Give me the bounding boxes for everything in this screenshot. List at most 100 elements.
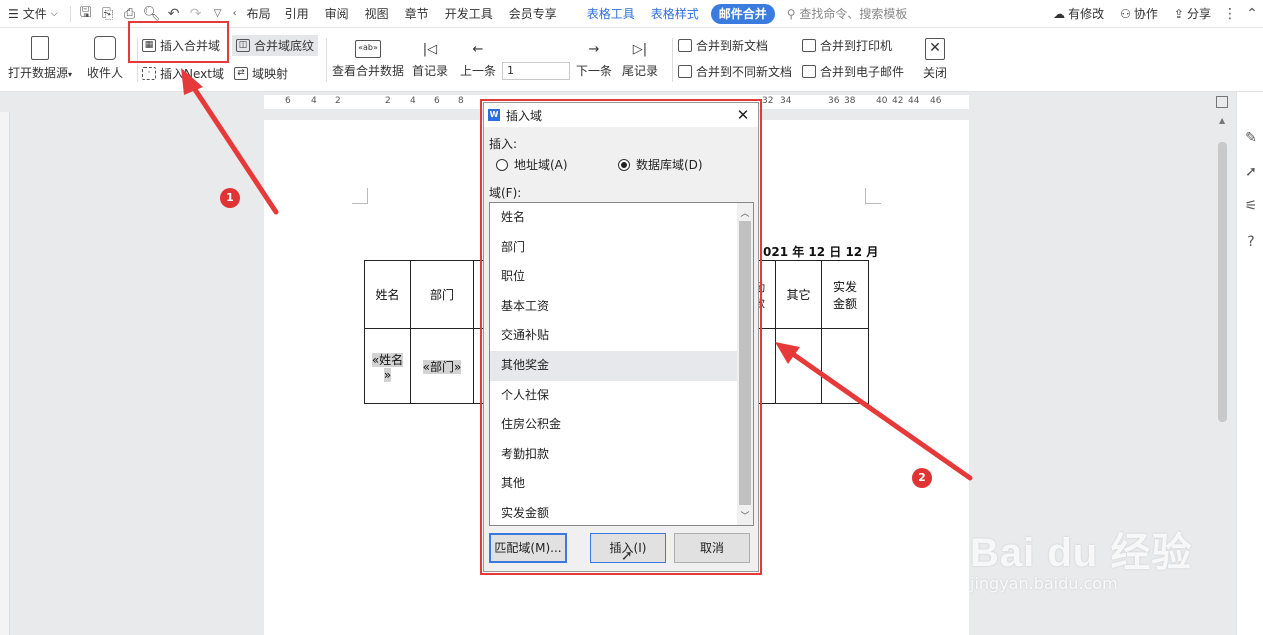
record-number-input[interactable]: 1 xyxy=(502,62,570,80)
tab-review[interactable]: 审阅 xyxy=(317,0,357,28)
share-label: 分享 xyxy=(1186,7,1211,21)
modified-label: 有修改 xyxy=(1068,7,1105,21)
merge-new-doc-label: 合并到新文档 xyxy=(696,39,769,53)
scroll-left-icon[interactable]: ‹ xyxy=(229,8,241,19)
tab-section[interactable]: 章节 xyxy=(397,0,437,28)
collapse-ribbon-icon[interactable]: ⌃ xyxy=(1241,6,1263,22)
merge-diff-docs-button[interactable]: 合并到不同新文档 xyxy=(678,63,792,80)
header-actual-line2: 金额 xyxy=(832,296,857,311)
last-record-icon: ▷| xyxy=(632,42,648,57)
ruler-tick: 44 xyxy=(908,96,920,106)
ruler-tick: 38 xyxy=(844,96,856,106)
tab-mail-merge[interactable]: 邮件合并 xyxy=(710,3,775,24)
cell-empty[interactable] xyxy=(775,328,822,404)
close-merge-button[interactable]: ✕ 关闭 xyxy=(920,38,950,81)
print-preview-icon[interactable]: 🔍︎ xyxy=(141,6,163,22)
help-icon[interactable]: ? xyxy=(1243,234,1259,250)
view-merge-data-button[interactable]: «ab» 查看合并数据 xyxy=(330,40,406,79)
open-source-label: 打开数据源 xyxy=(7,66,68,80)
vertical-scrollbar[interactable]: ▲ xyxy=(1212,92,1236,635)
tab-developer[interactable]: 开发工具 xyxy=(437,0,501,28)
open-source-button[interactable]: 打开数据源▾ xyxy=(4,36,76,81)
header-other: 其它 xyxy=(775,260,822,329)
ruler-tick: 42 xyxy=(892,96,904,106)
watermark: Bai du 经验 jingyan.baidu.com xyxy=(970,520,1192,593)
email-icon xyxy=(802,65,816,78)
share-button[interactable]: ⇪ 分享 xyxy=(1166,0,1219,28)
ruler-tick: 6 xyxy=(285,96,291,106)
mapping-icon: ⇄ xyxy=(234,67,248,80)
scroll-thumb[interactable] xyxy=(1218,142,1227,422)
modified-button[interactable]: ☁ 有修改 xyxy=(1045,0,1112,28)
merge-diff-docs-label: 合并到不同新文档 xyxy=(696,65,793,79)
tab-view[interactable]: 视图 xyxy=(357,0,397,28)
printer-icon xyxy=(802,39,816,52)
hamburger-icon: ☰ xyxy=(8,6,19,21)
next-field-icon: · xyxy=(142,67,156,80)
right-sidebar: ✎ ➚ ⚟ ? xyxy=(1236,92,1263,635)
recipient-label: 收件人 xyxy=(86,66,123,80)
cell-name-field[interactable]: «姓名 » xyxy=(364,328,411,404)
scroll-up-icon[interactable]: ▲ xyxy=(1219,116,1225,125)
header-dept: 部门 xyxy=(410,260,474,329)
divider xyxy=(672,38,673,82)
tab-references[interactable]: 引用 xyxy=(277,0,317,28)
close-merge-label: 关闭 xyxy=(922,66,947,80)
merge-printer-label: 合并到打印机 xyxy=(820,39,893,53)
edit-icon[interactable]: ✎ xyxy=(1243,130,1259,146)
ruler-tick: 2 xyxy=(385,96,391,106)
settings-sliders-icon[interactable]: ⚟ xyxy=(1243,198,1259,214)
ruler-tick: 32 xyxy=(762,96,774,106)
undo-icon[interactable]: ↶ xyxy=(163,6,185,22)
ruler-tick: 40 xyxy=(876,96,888,106)
print-icon[interactable]: ⎙ xyxy=(119,6,141,22)
format-painter-icon[interactable]: ⎘ xyxy=(97,6,119,22)
search-box[interactable]: ⚲ 查找命令、搜索模板 xyxy=(779,5,916,22)
vertical-ruler xyxy=(0,112,10,635)
tab-layout[interactable]: 布局 xyxy=(241,0,277,28)
first-record-button[interactable]: |◁ 首记录 xyxy=(410,40,450,79)
more-chevron-icon[interactable]: ▽ xyxy=(207,8,229,19)
ruler-tick: 6 xyxy=(434,96,440,106)
ruler-tick: 4 xyxy=(410,96,416,106)
close-icon: ✕ xyxy=(925,38,945,60)
merge-field-shading-button[interactable]: ◫ 合并域底纹 xyxy=(232,35,319,56)
redo-icon[interactable]: ↷ xyxy=(185,6,207,22)
collaborate-button[interactable]: ⚇ 协作 xyxy=(1112,0,1166,28)
last-record-button[interactable]: ▷| 尾记录 xyxy=(620,40,660,79)
cell-dept-field[interactable]: «部门» xyxy=(410,328,474,404)
prev-record-button[interactable]: ← 上一条 xyxy=(456,40,500,79)
more-icon[interactable]: ⋮ xyxy=(1219,6,1241,22)
merge-new-doc-button[interactable]: 合并到新文档 xyxy=(678,37,768,54)
divider xyxy=(326,38,327,82)
chevron-down-icon: ⌵ xyxy=(50,8,58,19)
file-menu[interactable]: ☰ 文件 ⌵ xyxy=(0,0,66,28)
first-record-label: 首记录 xyxy=(411,64,448,78)
tab-table-style[interactable]: 表格样式 xyxy=(643,0,707,28)
pointer-icon[interactable]: ➚ xyxy=(1243,164,1259,180)
ruler-tick: 2 xyxy=(335,96,341,106)
annotation-box-insert-field xyxy=(128,21,229,63)
recipient-button[interactable]: 收件人 xyxy=(84,36,126,81)
margin-corner xyxy=(865,188,881,204)
file-menu-label: 文件 xyxy=(22,7,47,21)
next-record-button[interactable]: → 下一条 xyxy=(572,40,616,79)
menubar-right: ☁ 有修改 ⚇ 协作 ⇪ 分享 ⋮ ⌃ xyxy=(1045,0,1263,28)
save-icon[interactable]: 🖫 xyxy=(75,2,97,26)
merge-printer-button[interactable]: 合并到打印机 xyxy=(802,37,892,54)
header-name: 姓名 xyxy=(364,260,411,329)
user-icon: ⚇ xyxy=(1120,6,1131,21)
cloud-icon: ☁ xyxy=(1053,6,1066,21)
tab-member[interactable]: 会员专享 xyxy=(501,0,565,28)
annotation-badge-2: 2 xyxy=(912,468,932,488)
page-view-icon[interactable] xyxy=(1216,96,1228,108)
merge-email-button[interactable]: 合并到电子邮件 xyxy=(802,63,904,80)
merge-field-shading-label: 合并域底纹 xyxy=(254,39,315,53)
merge-field-name-end: » xyxy=(383,367,392,382)
field-mapping-button[interactable]: ⇄ 域映射 xyxy=(234,65,288,82)
new-doc-icon xyxy=(678,39,692,52)
last-record-label: 尾记录 xyxy=(621,64,658,78)
insert-next-button[interactable]: · 插入Next域 xyxy=(142,65,224,82)
cell-empty[interactable] xyxy=(821,328,869,404)
tab-table-tools[interactable]: 表格工具 xyxy=(579,0,643,28)
